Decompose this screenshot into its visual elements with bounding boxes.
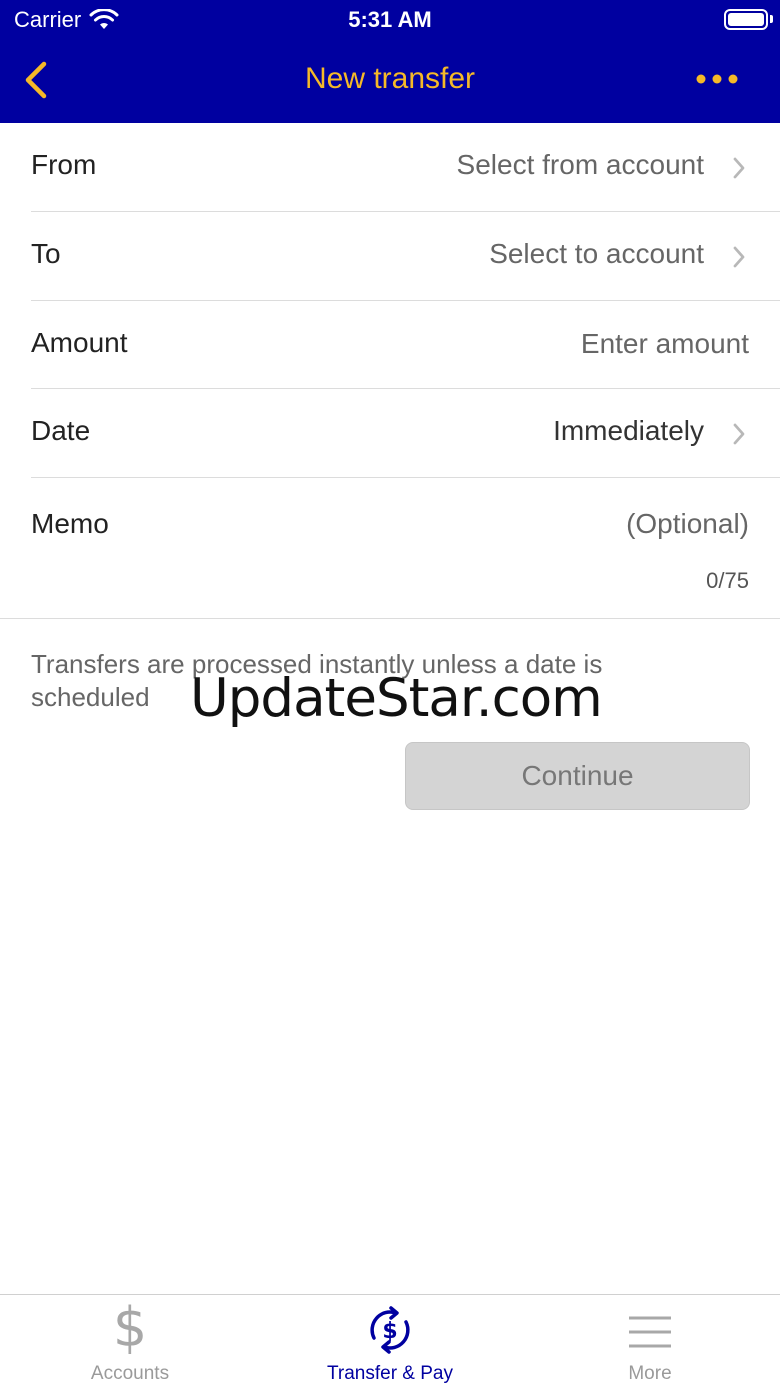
from-account-value: Select from account (456, 149, 704, 180)
amount-row[interactable]: Amount Enter amount (31, 301, 780, 389)
tab-more[interactable]: More (520, 1295, 780, 1387)
chevron-right-icon (733, 423, 745, 445)
tab-more-label: More (628, 1363, 672, 1384)
more-options-icon[interactable] (694, 64, 740, 94)
from-account-row[interactable]: From Select from account (31, 123, 780, 212)
battery-icon (724, 9, 768, 30)
watermark: UpdateStar.com (190, 668, 603, 729)
tab-accounts[interactable]: $ Accounts (0, 1295, 260, 1387)
tab-bar: $ Accounts $ Transfer & Pay More (0, 1294, 780, 1387)
menu-icon (629, 1316, 671, 1348)
chevron-right-icon (733, 157, 745, 179)
continue-button[interactable]: Continue (405, 742, 750, 810)
date-value: Immediately (553, 415, 704, 446)
memo-label: Memo (31, 508, 109, 539)
nav-header: Carrier 5:31 AM New transfer (0, 0, 780, 123)
to-label: To (31, 238, 61, 269)
battery-tip (770, 15, 773, 23)
tab-transfer-pay[interactable]: $ Transfer & Pay (260, 1295, 520, 1387)
date-row[interactable]: Date Immediately (31, 389, 780, 478)
amount-label: Amount (31, 327, 128, 358)
tab-transfer-pay-label: Transfer & Pay (326, 1363, 453, 1384)
to-account-row[interactable]: To Select to account (31, 212, 780, 301)
memo-input[interactable]: (Optional) (626, 508, 749, 540)
from-label: From (31, 149, 97, 180)
to-account-value: Select to account (489, 238, 704, 269)
date-label: Date (31, 415, 91, 446)
status-bar: Carrier 5:31 AM (0, 0, 780, 42)
tab-accounts-label: Accounts (90, 1363, 170, 1384)
memo-character-count: 0/75 (706, 568, 749, 593)
memo-row[interactable]: Memo (Optional) 0/75 (0, 478, 780, 619)
svg-text:$: $ (382, 1319, 397, 1344)
page-title: New transfer (304, 62, 476, 95)
amount-input[interactable]: Enter amount (581, 328, 749, 360)
status-time: 5:31 AM (348, 7, 432, 32)
transfer-pay-icon: $ (370, 1306, 410, 1354)
chevron-right-icon (733, 246, 745, 268)
dollar-icon: $ (112, 1296, 148, 1359)
